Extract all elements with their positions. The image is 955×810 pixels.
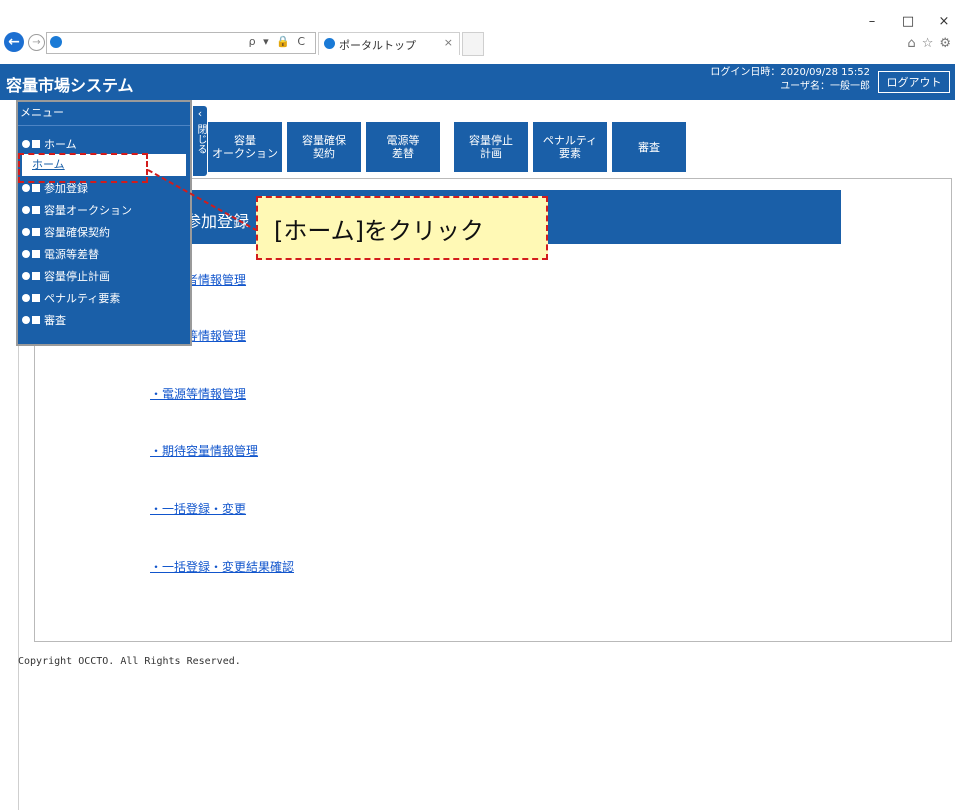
square-bullet-icon [32,140,40,148]
new-tab-button[interactable] [462,32,484,56]
side-menu: メニュー ホーム ホーム 参加登録 容量オークション 容量確保契約 電源等差替 … [16,100,192,346]
menu-item-label: ホーム [44,138,77,151]
expand-bullet-icon [22,250,30,258]
menu-item-label: 容量オークション [44,204,132,217]
menu-item-label: 容量確保契約 [44,226,110,239]
back-button[interactable]: ← [4,32,24,52]
square-bullet-icon [32,250,40,258]
tab-close-icon[interactable]: × [444,36,453,49]
func-button-power-replacement[interactable]: 電源等 差替 [366,122,440,172]
side-menu-item-penalty[interactable]: ペナルティ要素 [22,290,188,308]
login-time: ログイン日時：2020/09/28 15:52 [710,67,870,78]
side-menu-item-contract[interactable]: 容量確保契約 [22,224,188,242]
address-bar-tools[interactable]: ρ ▾ 🔒 C [249,35,307,48]
func-button-penalty[interactable]: ペナルティ 要素 [533,122,607,172]
expand-bullet-icon [22,294,30,302]
address-bar[interactable]: ρ ▾ 🔒 C [46,32,316,54]
expand-bullet-icon [22,140,30,148]
collapse-label: 閉じる [195,124,206,154]
window-controls: – □ × [865,14,951,29]
link-power-info-2[interactable]: ・電源等情報管理 [150,385,246,402]
link-bulk-result[interactable]: ・一括登録・変更結果確認 [150,558,294,575]
logout-button[interactable]: ログアウト [878,71,950,93]
browser-chrome: – □ × ← → ρ ▾ 🔒 C ポータルトップ × ⌂ ☆ ⚙ [0,0,955,65]
side-menu-item-replacement[interactable]: 電源等差替 [22,246,188,264]
menu-item-label: 参加登録 [44,182,88,195]
expand-bullet-icon [22,228,30,236]
square-bullet-icon [32,316,40,324]
func-button-capacity-stop-plan[interactable]: 容量停止 計画 [454,122,528,172]
link-bulk-register[interactable]: ・一括登録・変更 [150,500,246,517]
tab-title: ポータルトップ [339,39,416,52]
side-menu-item-stop-plan[interactable]: 容量停止計画 [22,268,188,286]
site-icon [50,36,62,48]
minimize-button[interactable]: – [865,14,879,29]
close-window-button[interactable]: × [937,14,951,29]
func-button-capacity-auction[interactable]: 容量 オークション [208,122,282,172]
expand-bullet-icon [22,206,30,214]
chevron-left-icon: ‹ [197,107,203,120]
instruction-callout: [ホーム]をクリック [256,196,548,260]
side-menu-item-review[interactable]: 審査 [22,312,188,330]
expand-bullet-icon [22,316,30,324]
expand-bullet-icon [22,184,30,192]
square-bullet-icon [32,206,40,214]
footer-copyright: Copyright OCCTO. All Rights Reserved. [18,656,241,667]
func-button-review[interactable]: 審査 [612,122,686,172]
app-header: 容量市場システム ログイン日時：2020/09/28 15:52 ユーザ名：一般… [0,64,955,100]
square-bullet-icon [32,272,40,280]
menu-item-label: ペナルティ要素 [44,292,121,305]
login-info: ログイン日時：2020/09/28 15:52 ユーザ名：一般一郎 [690,66,870,94]
highlight-box [18,153,148,183]
side-menu-title: メニュー [18,102,190,126]
func-button-capacity-contract[interactable]: 容量確保 契約 [287,122,361,172]
square-bullet-icon [32,184,40,192]
settings-gear-icon[interactable]: ⚙ [939,36,951,51]
app-title: 容量市場システム [6,76,134,95]
expand-bullet-icon [22,272,30,280]
home-icon[interactable]: ⌂ [907,36,915,51]
browser-toolbar-icons: ⌂ ☆ ⚙ [907,36,951,51]
user-name: ユーザ名：一般一郎 [780,81,870,92]
side-menu-item-auction[interactable]: 容量オークション [22,202,188,220]
section-title: 参加登録 [185,212,250,231]
favorites-star-icon[interactable]: ☆ [922,36,934,51]
browser-tab-active[interactable]: ポータルトップ × [318,32,460,55]
menu-item-label: 審査 [44,314,66,327]
menu-collapse-tab[interactable]: ‹ 閉じる [193,106,207,176]
menu-item-label: 容量停止計画 [44,270,110,283]
side-menu-item-home[interactable]: ホーム [22,136,188,154]
forward-button[interactable]: → [28,34,45,51]
square-bullet-icon [32,228,40,236]
maximize-button[interactable]: □ [901,14,915,29]
menu-item-label: 電源等差替 [44,248,99,261]
link-expected-capacity[interactable]: ・期待容量情報管理 [150,442,258,459]
tab-site-icon [324,38,335,49]
square-bullet-icon [32,294,40,302]
